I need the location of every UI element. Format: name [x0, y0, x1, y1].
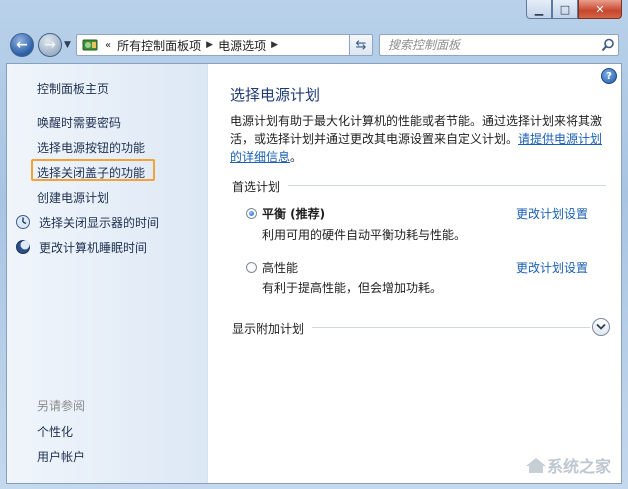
plan-high-performance-description: 有利于提高性能，但会增加功耗。 [262, 281, 443, 295]
back-button[interactable]: ← [10, 33, 34, 57]
sidebar-item-create-plan[interactable]: 创建电源计划 [37, 189, 109, 206]
page-title: 选择电源计划 [230, 86, 321, 104]
plan-balanced-description: 利用可用的硬件自动平衡功耗与性能。 [262, 228, 467, 242]
description-text-2: 活，或选择计划并通过更改其电源设置来自定义计划。 [230, 132, 519, 146]
search-box[interactable] [379, 34, 619, 56]
watermark-text: 系统之家 [546, 457, 611, 476]
control-panel-home-link[interactable]: 控制面板主页 [37, 80, 109, 97]
search-input[interactable] [380, 36, 598, 54]
section-divider [288, 185, 606, 186]
sidebar-item-wake-password[interactable]: 唤醒时需要密码 [37, 114, 121, 131]
sidebar-item-sleep-time[interactable]: 更改计算机睡眠时间 [39, 239, 147, 256]
task-pane: 控制面板主页 唤醒时需要密码 选择电源按钮的功能 选择关闭盖子的功能 创建电源计… [7, 64, 208, 483]
window-content: 控制面板主页 唤醒时需要密码 选择电源按钮的功能 选择关闭盖子的功能 创建电源计… [6, 63, 622, 484]
minimize-button[interactable]: ▁ [526, 0, 552, 19]
preferred-plans-heading: 首选计划 [232, 180, 281, 194]
recent-pages-dropdown[interactable]: ▼ [64, 40, 71, 50]
arrow-left-icon: ← [16, 37, 28, 53]
close-button[interactable]: ✕ [578, 0, 622, 19]
watermark-logo: 系统之家 [525, 453, 611, 477]
address-bar[interactable]: « 所有控制面板项 ▶ 电源选项 ▶ ▼ [76, 34, 372, 56]
plan-balanced-name[interactable]: 平衡 (推荐) [262, 205, 325, 222]
forward-button[interactable]: → [38, 33, 62, 57]
breadcrumb-all-items[interactable]: 所有控制面板项 [117, 37, 201, 54]
address-overflow[interactable]: « [105, 40, 111, 51]
refresh-icon: ⇆ [355, 37, 367, 53]
plan-high-performance-radio[interactable] [246, 262, 257, 273]
breadcrumb-separator-icon[interactable]: ▶ [271, 40, 278, 50]
navigation-toolbar: ← → ▼ « 所有控制面板项 ▶ 电源选项 ▶ ▼ ⇆ [0, 26, 628, 62]
maximize-button[interactable]: □ [552, 0, 578, 19]
sidebar-item-power-buttons[interactable]: 选择电源按钮的功能 [37, 139, 145, 156]
description-end: 。 [290, 150, 303, 164]
power-plan-info-link-text-a[interactable]: 请提供电源计划 [518, 132, 602, 146]
see-also-heading: 另请参阅 [37, 399, 86, 413]
expand-additional-plans-button[interactable] [592, 318, 610, 336]
description-text-1: 电源计划有助于最大化计算机的性能或者节能。通过选择计划来将其激 [230, 114, 603, 128]
maximize-icon: □ [559, 2, 571, 16]
refresh-button[interactable]: ⇆ [349, 34, 373, 56]
sidebar-item-lid-close[interactable]: 选择关闭盖子的功能 [37, 164, 145, 181]
see-also-personalization[interactable]: 个性化 [37, 423, 73, 440]
page-description: 电源计划有助于最大化计算机的性能或者节能。通过选择计划来将其激活，或选择计划并通… [230, 112, 610, 166]
plan-high-performance-name[interactable]: 高性能 [262, 259, 298, 276]
search-icon[interactable] [598, 38, 618, 52]
window-frame: ▁ □ ✕ ← → ▼ « 所有控制面板项 ▶ 电源选项 ▶ ▼ ⇆ [0, 0, 628, 489]
breadcrumb-separator-icon[interactable]: ▶ [206, 40, 213, 50]
main-panel: ? 选择电源计划 电源计划有助于最大化计算机的性能或者节能。通过选择计划来将其激… [208, 64, 621, 483]
plan-balanced-settings-link[interactable]: 更改计划设置 [516, 205, 588, 222]
sleep-moon-icon [15, 239, 31, 255]
help-icon[interactable]: ? [601, 68, 617, 84]
close-icon: ✕ [595, 2, 605, 16]
minimize-icon: ▁ [534, 2, 544, 16]
plan-balanced-radio[interactable] [246, 208, 257, 219]
plan-high-performance-settings-link[interactable]: 更改计划设置 [516, 259, 588, 276]
chevron-down-icon: ▼ [64, 40, 71, 50]
power-plan-info-link-text-b[interactable]: 的详细信息 [230, 150, 290, 164]
breadcrumb-power-options[interactable]: 电源选项 [218, 37, 266, 54]
sidebar-item-display-off[interactable]: 选择关闭显示器的时间 [39, 214, 159, 231]
chevron-down-icon [596, 323, 606, 330]
see-also-user-accounts[interactable]: 用户帐户 [37, 448, 85, 465]
control-panel-icon [81, 36, 101, 54]
show-additional-plans-label[interactable]: 显示附加计划 [232, 320, 304, 337]
display-timer-icon [15, 214, 31, 230]
section-divider [312, 327, 590, 328]
arrow-right-icon: → [44, 37, 56, 53]
title-bar-buttons: ▁ □ ✕ [526, 0, 622, 20]
